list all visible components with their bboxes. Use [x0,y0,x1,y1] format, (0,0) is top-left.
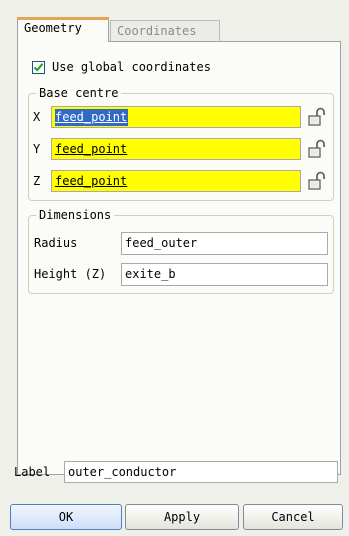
base-centre-group: Base centre X feed_point Y feed_point Z … [28,86,334,201]
dimensions-title: Dimensions [36,208,115,222]
radius-field[interactable]: feed_outer [121,232,328,255]
tab-coordinates-label: Coordinates [117,24,197,38]
height-row: Height (Z) exite_b [29,262,333,286]
cancel-button[interactable]: Cancel [243,504,343,530]
x-label: X [33,110,41,124]
y-label: Y [33,142,41,156]
label-field[interactable]: outer_conductor [64,461,338,483]
tab-geometry[interactable]: Geometry [17,17,109,42]
y-field[interactable]: feed_point [51,138,301,160]
height-field[interactable]: exite_b [121,263,328,286]
coord-row-y: Y feed_point [29,137,333,161]
z-value: feed_point [55,174,128,188]
geometry-dialog: Geometry Coordinates Use global coordina… [0,0,349,536]
z-label: Z [33,174,41,188]
use-global-coordinates-label: Use global coordinates [52,60,211,74]
radius-label: Radius [34,236,78,250]
tab-coordinates[interactable]: Coordinates [110,20,220,43]
coord-row-z: Z feed_point [29,169,333,193]
x-field[interactable]: feed_point [51,106,301,128]
padlock-icon [308,139,325,158]
y-lock-button[interactable] [306,139,328,159]
coord-row-x: X feed_point [29,105,333,129]
base-centre-title: Base centre [36,86,122,100]
x-value: feed_point [55,109,129,126]
z-field[interactable]: feed_point [51,170,301,192]
tab-geometry-label: Geometry [24,21,82,35]
x-lock-button[interactable] [306,107,328,127]
dimensions-group: Dimensions Radius feed_outer Height (Z) … [28,208,334,294]
checkmark-icon [33,62,44,72]
z-lock-button[interactable] [306,171,328,191]
radius-row: Radius feed_outer [29,231,333,255]
geometry-panel: Use global coordinates Base centre X fee… [17,41,341,475]
active-tab-accent [17,17,109,20]
apply-button[interactable]: Apply [125,504,239,530]
label-label: Label [14,465,51,479]
y-value: feed_point [55,142,128,156]
use-global-coordinates-checkbox[interactable] [32,60,45,74]
padlock-icon [308,171,325,190]
height-label: Height (Z) [34,267,107,281]
ok-button[interactable]: OK [10,504,122,530]
padlock-icon [308,107,325,126]
use-global-coordinates-row[interactable]: Use global coordinates [32,59,211,75]
